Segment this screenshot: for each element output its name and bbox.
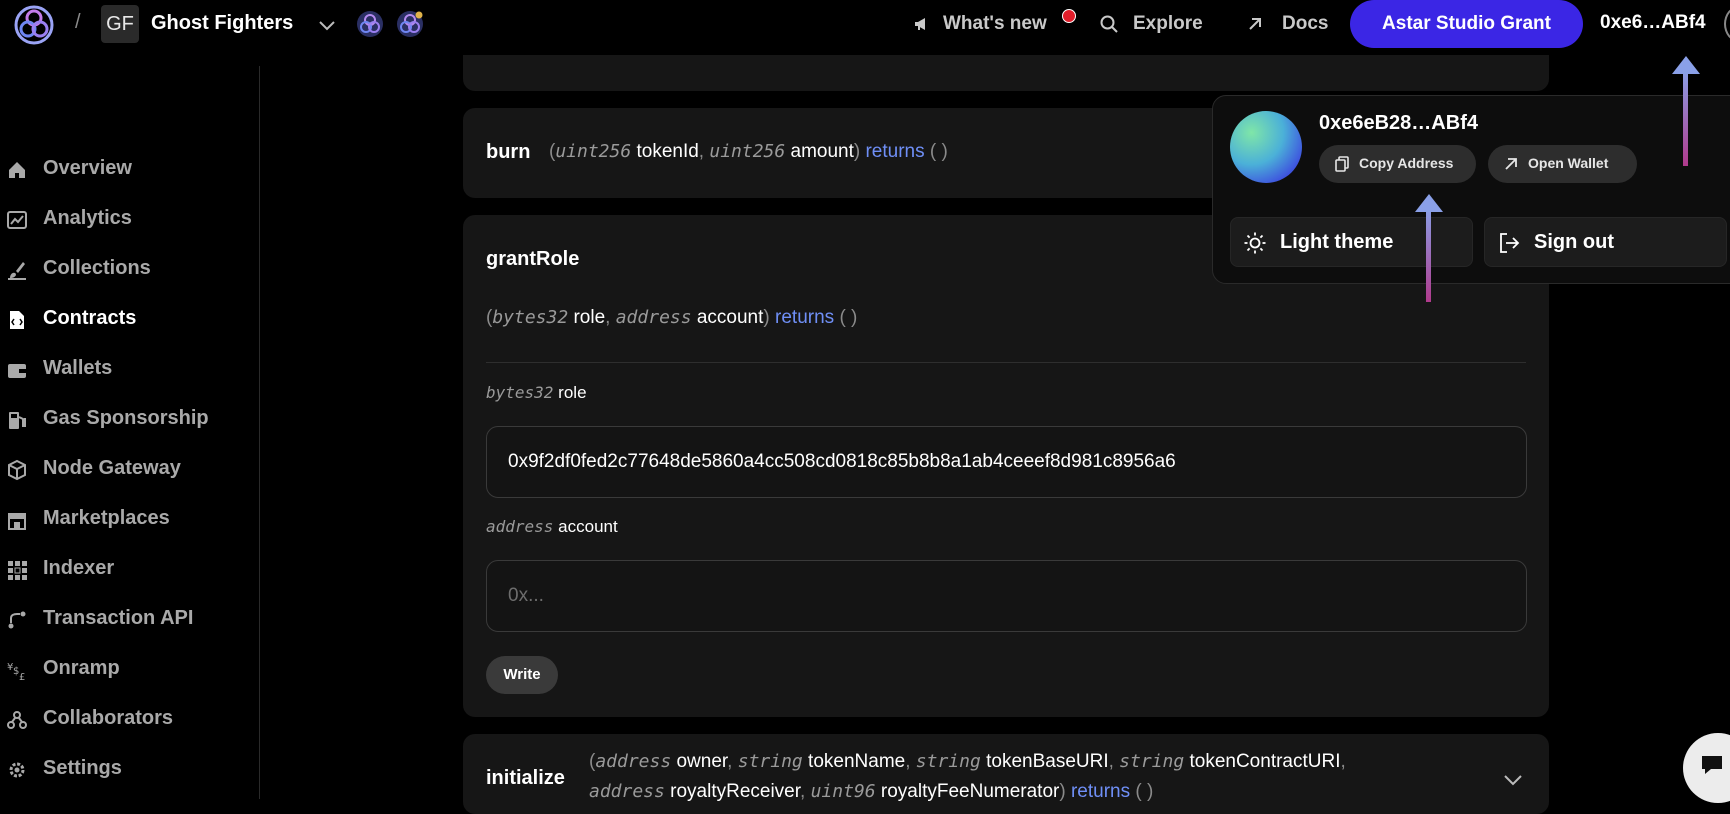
wallet-address-button[interactable]: 0xe6…ABf4 (1600, 12, 1706, 34)
project-badge[interactable]: GF (101, 5, 139, 43)
sidebar-item-label: Marketplaces (43, 507, 170, 529)
sidebar-item-label: Analytics (43, 207, 132, 229)
chevron-down-icon[interactable] (316, 14, 338, 36)
sidebar-item-indexer[interactable]: Indexer (0, 554, 258, 584)
sun-icon (1244, 232, 1266, 254)
sidebar: Overview Analytics Collections Contracts… (0, 66, 260, 799)
sidebar-item-label: Onramp (43, 657, 120, 679)
astar-studio-grant-button[interactable]: Astar Studio Grant (1350, 0, 1583, 48)
avatar (1230, 111, 1302, 183)
chat-icon (1702, 756, 1722, 774)
chart-icon (7, 211, 27, 229)
sidebar-item-overview[interactable]: Overview (0, 154, 258, 184)
whats-new-link[interactable]: What's new (943, 13, 1047, 35)
sidebar-item-label: Node Gateway (43, 457, 181, 479)
sidebar-item-label: Contracts (43, 307, 137, 329)
sidebar-item-transaction-api[interactable]: Transaction API (0, 604, 258, 634)
copy-address-button[interactable]: Copy Address (1319, 145, 1476, 183)
sidebar-item-analytics[interactable]: Analytics (0, 204, 258, 234)
breadcrumb-separator: / (75, 11, 81, 33)
sidebar-item-label: Transaction API (43, 607, 194, 629)
sidebar-item-gas-sponsorship[interactable]: Gas Sponsorship (0, 404, 258, 434)
currency-icon: ¥ $£ (7, 662, 25, 681)
sidebar-item-label: Settings (43, 757, 122, 779)
sidebar-item-label: Wallets (43, 357, 113, 379)
explore-link[interactable]: Explore (1133, 13, 1203, 35)
megaphone-icon (915, 18, 925, 30)
annotation-arrow-up-icon (1672, 56, 1700, 166)
chevron-down-icon[interactable] (1501, 768, 1525, 792)
account-address: 0xe6eB28…ABf4 (1319, 112, 1478, 134)
brush-icon (8, 262, 26, 280)
sign-out-button[interactable]: Sign out (1484, 217, 1727, 267)
account-field-label: address account (486, 517, 618, 536)
cube-icon (8, 459, 26, 481)
sidebar-item-label: Indexer (43, 557, 115, 579)
sidebar-item-collections[interactable]: Collections (0, 254, 258, 284)
copy-icon (1335, 156, 1349, 172)
sidebar-item-node-gateway[interactable]: Node Gateway (0, 454, 258, 484)
annotation-arrow-up-icon (1415, 194, 1443, 302)
app-logo-icon[interactable] (14, 5, 54, 45)
external-link-icon (1505, 158, 1517, 170)
sidebar-item-collaborators[interactable]: Collaborators (0, 704, 258, 734)
chat-widget-button[interactable] (1683, 733, 1730, 803)
write-button[interactable]: Write (486, 656, 558, 694)
account-avatar-edge[interactable] (1724, 6, 1730, 42)
docs-link[interactable]: Docs (1282, 13, 1328, 35)
function-name-burn: burn (486, 141, 531, 163)
role-field-label: bytes32 role (486, 383, 587, 402)
sidebar-item-contracts[interactable]: Contracts (0, 304, 258, 334)
network-alt-icon[interactable] (396, 10, 424, 38)
sidebar-item-label: Collections (43, 257, 151, 279)
network-icon[interactable] (356, 10, 384, 38)
route-icon (8, 611, 26, 629)
sidebar-item-onramp[interactable]: ¥ $ £ Onramp (0, 654, 258, 684)
gear-icon (9, 762, 25, 778)
sidebar-item-wallets[interactable]: Wallets (0, 354, 258, 384)
role-input[interactable] (486, 426, 1527, 498)
function-name-initialize: initialize (486, 767, 565, 789)
search-icon (1100, 15, 1118, 33)
external-link-icon (1249, 18, 1261, 30)
previous-function-card (463, 55, 1549, 91)
function-name-grantrole: grantRole (486, 248, 580, 270)
sidebar-item-label: Gas Sponsorship (43, 407, 209, 429)
svg-text:£: £ (19, 672, 25, 681)
open-wallet-button[interactable]: Open Wallet (1488, 145, 1637, 183)
people-icon (7, 711, 27, 729)
store-icon (8, 513, 26, 530)
notification-dot (1062, 9, 1076, 23)
sidebar-item-marketplaces[interactable]: Marketplaces (0, 504, 258, 534)
file-code-icon (10, 311, 24, 329)
account-input[interactable] (486, 560, 1527, 632)
home-icon (9, 162, 25, 178)
wallet-icon (8, 364, 26, 378)
sidebar-item-label: Collaborators (43, 707, 174, 729)
project-name[interactable]: Ghost Fighters (151, 12, 293, 35)
function-signature-initialize-line2: address royaltyReceiver, uint96 royaltyF… (589, 781, 1154, 802)
function-signature-initialize: (address owner, string tokenName, string… (589, 751, 1346, 772)
sidebar-item-settings[interactable]: Settings (0, 754, 258, 784)
fuel-icon (9, 412, 26, 429)
section-divider (486, 362, 1526, 363)
sign-out-icon (1500, 233, 1520, 253)
grid-icon (8, 561, 27, 580)
function-signature-burn: (uint256 tokenId, uint256 amount) return… (549, 141, 948, 162)
top-bar: / GF Ghost Fighters What's new Explore D… (0, 0, 1730, 50)
function-signature-grantrole: (bytes32 role, address account) returns … (486, 307, 858, 328)
sidebar-item-label: Overview (43, 157, 132, 179)
